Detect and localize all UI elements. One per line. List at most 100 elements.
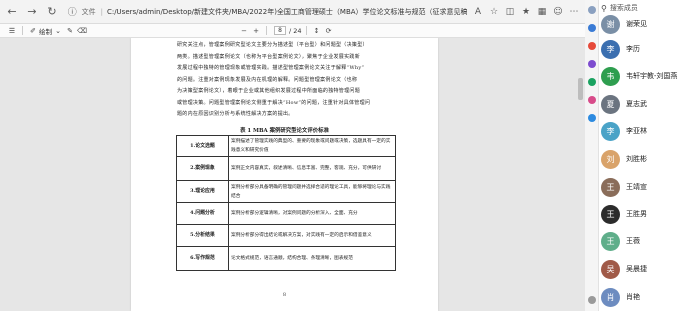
avatar: 李 — [601, 39, 620, 59]
draw-label[interactable]: 绘制 — [39, 26, 52, 36]
draw-icon[interactable]: ✐ — [27, 25, 39, 37]
contact-item[interactable]: 李 李历 — [601, 39, 691, 59]
table-row: 4.问题分析 案例分析部分逻辑清晰，对案例问题的分析深入、全面、充分 — [176, 202, 396, 225]
contact-name: 韦轩宇教-刘国燕 — [626, 73, 678, 80]
vertical-scrollbar[interactable] — [578, 78, 583, 100]
refresh-icon[interactable]: ↻ — [44, 4, 60, 20]
avatar: 王 — [601, 204, 620, 224]
contact-name: 刘胜彬 — [626, 156, 647, 163]
file-label: 文件 — [81, 7, 96, 16]
zoom-in-icon[interactable]: + — [250, 25, 262, 37]
chevron-down-icon[interactable]: ⌄ — [52, 25, 64, 37]
avatar: 李 — [601, 121, 620, 141]
tools-sidebar-icon[interactable] — [588, 60, 596, 68]
favorites-icon[interactable]: ★ — [519, 5, 533, 19]
contact-name: 李历 — [626, 46, 640, 53]
table-row: 5.分析结果 案例分析部分得出结论或解决方案，对实践有一定的启示和借鉴意义 — [176, 224, 396, 247]
search-icon: ⚲ — [601, 3, 607, 13]
paragraph-line: 为决策型案例论文），着眼于企业或其他组织发展过程中所面临的独特管理问题 — [177, 88, 361, 94]
contact-item[interactable]: 谢 谢荣见 — [601, 14, 691, 34]
evaluation-table: 1.论文选题 案例描述了管理实践的典型的、重要的现象或问题或决策，选题具有一定的… — [176, 135, 396, 271]
divider — [305, 26, 307, 35]
contact-name: 夏志武 — [626, 101, 647, 108]
table-row: 6.写作规范 论文格式规范，语言通顺，结构合理、条理清晰，图表规范 — [176, 246, 396, 271]
page-footer-number: 8 — [282, 292, 287, 298]
contact-item[interactable]: 吴 吴晨捷 — [601, 259, 691, 279]
pdf-page: 研究关注点，管理案例研究型论文主要分为描述型（平台型）和问题型（决策型） 两类。… — [131, 38, 438, 311]
highlight-icon[interactable]: ✎ — [64, 25, 76, 37]
table-row: 1.论文选题 案例描述了管理实践的典型的、重要的现象或问题或决策，选题具有一定的… — [176, 135, 396, 157]
avatar: 王 — [601, 177, 620, 197]
contact-item[interactable]: 王 王胜男 — [601, 204, 691, 224]
criterion-name: 3.理论应用 — [176, 180, 229, 203]
read-aloud-icon[interactable]: A — [471, 5, 485, 19]
avatar: 韦 — [601, 66, 620, 86]
contact-name: 王靖宣 — [626, 184, 647, 191]
divider — [266, 26, 267, 35]
address-separator: | — [100, 7, 103, 16]
contact-name: 王薇 — [626, 238, 640, 245]
office-sidebar-icon[interactable] — [588, 96, 596, 104]
criterion-description: 案例分析部分得出结论或解决方案，对实践有一定的启示和借鉴意义 — [228, 224, 396, 247]
more-icon[interactable]: ⋯ — [567, 5, 581, 19]
pdf-viewport[interactable]: 研究关注点，管理案例研究型论文主要分为描述型（平台型）和问题型（决策型） 两类。… — [0, 38, 585, 311]
page-total: / 24 — [289, 26, 302, 35]
contact-item[interactable]: 王 王薇 — [601, 231, 691, 251]
url-text[interactable]: C:/Users/admin/Desktop/新建文件夹/MBA/2022年)全… — [107, 7, 467, 17]
zoom-out-icon[interactable]: − — [238, 25, 250, 37]
divider — [22, 26, 23, 35]
settings-sidebar-icon[interactable] — [588, 296, 596, 304]
games-sidebar-icon[interactable] — [588, 78, 596, 86]
criterion-description: 案例描述了管理实践的典型的、重要的现象或问题或决策，选题具有一定的实践意义和研究… — [228, 135, 396, 157]
collections-icon[interactable]: ▦ — [535, 5, 549, 19]
paragraph-line: 两类。描述型管理案例论文（也称为平台型案例论文），聚焦于企业发展实践新 — [177, 53, 361, 60]
avatar: 肖 — [601, 287, 620, 307]
forward-icon[interactable]: → — [24, 4, 40, 20]
table-title: 表 1 MBA 案例研究型论文评价标准 — [240, 128, 329, 134]
contact-item[interactable]: 夏 夏志武 — [601, 94, 691, 114]
contact-item[interactable]: 刘 刘胜彬 — [601, 149, 691, 169]
page-number-input[interactable]: 8 — [274, 26, 286, 35]
back-icon[interactable]: ← — [4, 4, 20, 20]
criterion-name: 4.问题分析 — [176, 202, 229, 225]
criterion-description: 案例分析部分具备明确的管理问题并选择合适的理论工具，能够将理论与实践结合 — [228, 180, 396, 203]
address-bar[interactable]: ⓘ 文件 | C:/Users/admin/Desktop/新建文件夹/MBA/… — [66, 3, 467, 21]
shopping-sidebar-icon[interactable] — [588, 42, 596, 50]
info-icon[interactable]: ⓘ — [66, 4, 79, 20]
star-icon[interactable]: ☆ — [487, 5, 501, 19]
criterion-description: 案例分析部分逻辑清晰，对案例问题的分析深入、全面、充分 — [228, 202, 396, 225]
split-icon[interactable]: ◫ — [503, 5, 517, 19]
criterion-description: 论文格式规范，语言通顺，结构合理、条理清晰，图表规范 — [228, 246, 396, 271]
eraser-icon[interactable]: ⌫ — [76, 25, 88, 37]
paragraph-line: 研究关注点，管理案例研究型论文主要分为描述型（平台型）和问题型（决策型） — [177, 42, 368, 48]
avatar: 吴 — [601, 259, 620, 279]
paragraph-line: 的问题。注重对案例现象发展及内在机理的解释。问题型管理案例论文（也称 — [177, 76, 358, 83]
contact-name: 吴晨捷 — [626, 266, 647, 273]
contact-item[interactable]: 肖 肖艳 — [601, 287, 691, 307]
contact-item[interactable]: 李 李亚林 — [601, 121, 691, 141]
browser-actions: A ☆ ◫ ★ ▦ ☺ ⋯ — [467, 5, 585, 19]
browser-toolbar: ← → ↻ ⓘ 文件 | C:/Users/admin/Desktop/新建文件… — [0, 0, 585, 24]
contact-item[interactable]: 韦 韦轩宇教-刘国燕 — [601, 66, 691, 86]
avatar: 夏 — [601, 94, 620, 114]
paragraph-line: 或管理决策。问题型管理案例论文侧重于解决“How”的问题，注重针对具体管理问 — [177, 99, 371, 106]
collections-sidebar-icon[interactable] — [588, 24, 596, 32]
screen: ← → ↻ ⓘ 文件 | C:/Users/admin/Desktop/新建文件… — [0, 0, 693, 311]
search-sidebar-icon[interactable] — [588, 6, 596, 14]
table-row: 3.理论应用 案例分析部分具备明确的管理问题并选择合适的理论工具，能够将理论与实… — [176, 180, 396, 203]
rotate-icon[interactable]: ⟳ — [323, 25, 335, 37]
search-placeholder: 搜索成员 — [609, 5, 638, 12]
paragraph-line: 题的内在原因识别分析与系统性解决方案的提出。 — [177, 111, 294, 117]
member-search[interactable]: ⚲ 搜索成员 — [601, 2, 689, 14]
avatar: 刘 — [601, 149, 620, 169]
outlook-sidebar-icon[interactable] — [588, 114, 596, 122]
fit-page-icon[interactable]: ↕ — [311, 25, 323, 37]
criterion-name: 5.分析结果 — [176, 224, 229, 247]
table-row: 2.案例现象 案例正文内容真实，叙述清晰、信息丰富、完整，客观、充分，可供研讨 — [176, 156, 396, 181]
pdf-toolbar: ☰ ✐ 绘制 ⌄ ✎ ⌫ − + 8 / 24 ↕ ⟳ — [0, 24, 585, 38]
list-icon[interactable]: ☰ — [6, 25, 18, 37]
contact-name: 谢荣见 — [626, 21, 647, 28]
contact-item[interactable]: 王 王靖宣 — [601, 177, 691, 197]
paragraph-line: 发展过程中独特的管理现象或管理实践。描述型管理案例论文关注于解释“Why” — [177, 65, 365, 71]
profile-icon[interactable]: ☺ — [551, 5, 565, 19]
